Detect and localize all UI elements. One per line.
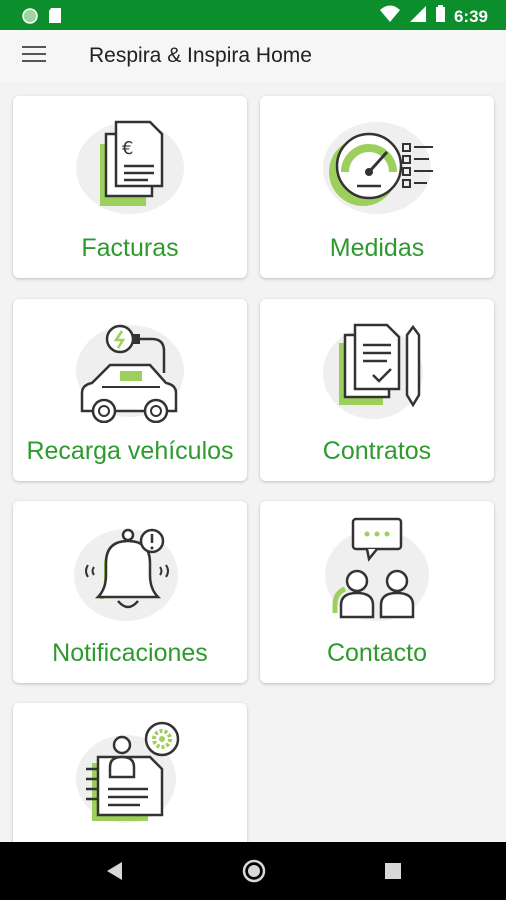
tile-notificaciones[interactable]: Notificaciones [13, 501, 247, 683]
tile-grid: € Facturas Medidas Recarga vehículos Con… [0, 82, 506, 842]
contact-icon [325, 517, 429, 621]
status-bar: 6:39 [0, 0, 506, 30]
profile-settings-icon [76, 721, 180, 823]
sd-card-icon [48, 7, 62, 29]
svg-text:€: € [122, 138, 133, 159]
menu-icon[interactable] [22, 46, 46, 66]
recents-icon[interactable] [384, 862, 402, 885]
page-title: Respira & Inspira Home [89, 44, 312, 67]
tile-facturas[interactable]: € Facturas [13, 96, 247, 278]
tile-medidas[interactable]: Medidas [260, 96, 494, 278]
tile-label: Notificaciones [52, 639, 208, 667]
signal-icon [409, 5, 427, 28]
app-status-icon [22, 7, 38, 29]
tile-perfil[interactable] [13, 703, 247, 842]
wifi-icon [379, 5, 401, 28]
ev-charging-icon [76, 324, 184, 423]
home-icon[interactable] [242, 859, 266, 888]
tile-recarga-vehiculos[interactable]: Recarga vehículos [13, 299, 247, 481]
tile-label: Facturas [81, 234, 179, 262]
bell-icon [74, 528, 178, 621]
status-time: 6:39 [453, 6, 488, 26]
tile-label: Contratos [322, 437, 432, 465]
tile-label: Medidas [329, 234, 425, 262]
tile-contacto[interactable]: Contacto [260, 501, 494, 683]
navigation-bar [0, 842, 506, 900]
contract-icon [323, 323, 423, 419]
tile-contratos[interactable]: Contratos [260, 299, 494, 481]
tile-label: Recarga vehículos [26, 437, 234, 465]
invoice-icon: € [76, 120, 184, 214]
gauge-icon [323, 122, 433, 214]
battery-icon [435, 5, 446, 28]
app-bar: Respira & Inspira Home [0, 30, 506, 82]
back-icon[interactable] [104, 860, 124, 887]
tile-label: Contacto [326, 639, 428, 667]
